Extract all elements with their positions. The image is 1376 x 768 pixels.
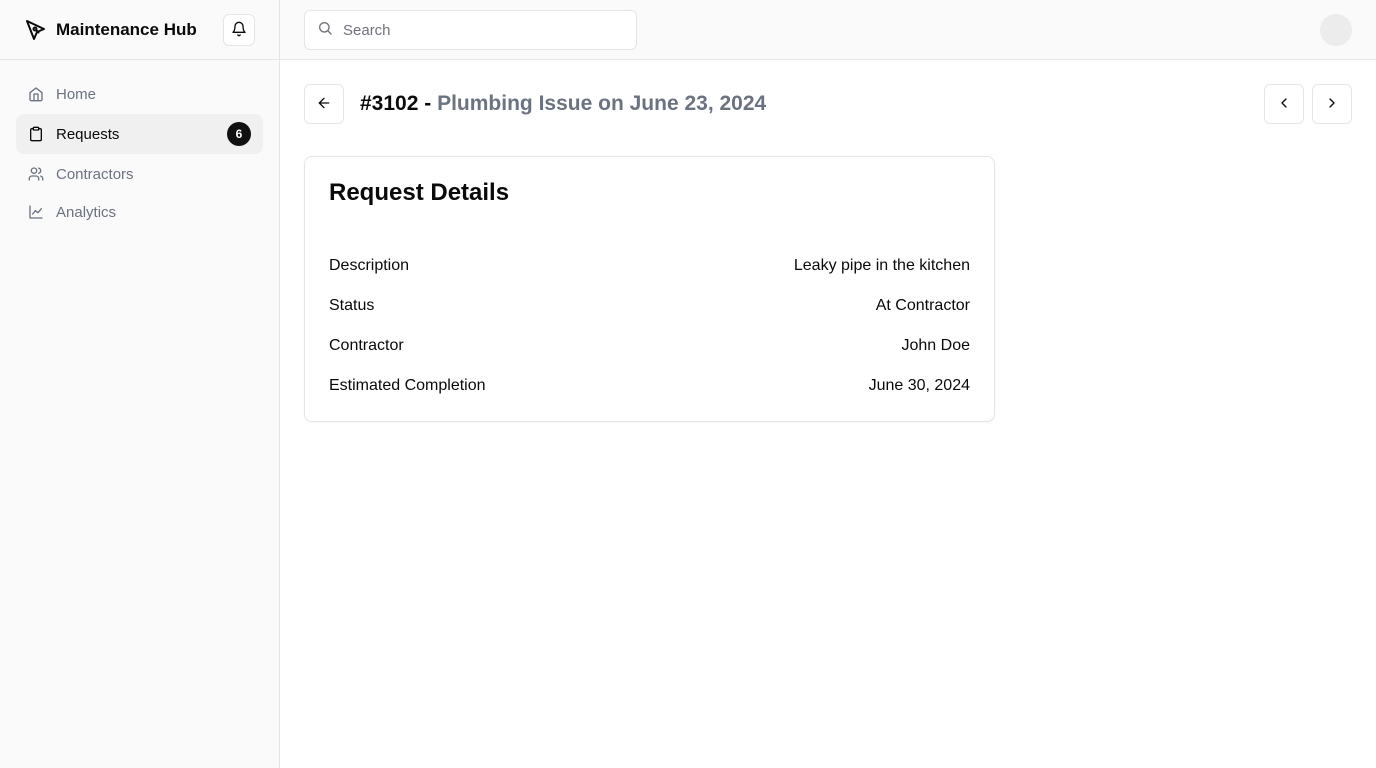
previous-request-button[interactable] [1264, 84, 1304, 124]
app-name: Maintenance Hub [56, 19, 197, 39]
sidebar-item-label: Home [56, 85, 97, 103]
bell-icon [231, 21, 247, 40]
detail-value: June 30, 2024 [868, 377, 970, 394]
title-separator: - [424, 92, 432, 115]
detail-value: Leaky pipe in the kitchen [793, 257, 970, 274]
request-subtitle: Plumbing Issue on June 23, 2024 [437, 92, 767, 115]
sidebar: Maintenance Hub Home Requests 6 Contract… [0, 0, 280, 768]
sidebar-item-label: Requests [56, 125, 120, 143]
sidebar-item-analytics[interactable]: Analytics [16, 194, 263, 230]
chevron-right-icon [1324, 95, 1340, 114]
line-chart-icon [28, 204, 44, 220]
sidebar-item-label: Analytics [56, 203, 117, 221]
main-content: #3102 - Plumbing Issue on June 23, 2024 … [280, 60, 1376, 768]
search-box[interactable] [304, 10, 637, 50]
detail-label: Description [329, 257, 410, 274]
detail-value: John Doe [901, 337, 971, 354]
sidebar-item-home[interactable]: Home [16, 76, 263, 112]
detail-row-status: Status At Contractor [329, 294, 970, 318]
logo-icon [24, 18, 48, 42]
chevron-left-icon [1276, 95, 1292, 114]
detail-label: Contractor [329, 337, 404, 354]
detail-label: Status [329, 297, 375, 314]
notifications-button[interactable] [223, 14, 255, 46]
clipboard-icon [28, 126, 44, 142]
sidebar-nav: Home Requests 6 Contractors Analytics [0, 60, 279, 230]
users-icon [28, 166, 44, 182]
detail-row-estimated-completion: Estimated Completion June 30, 2024 [329, 374, 970, 398]
avatar[interactable] [1320, 14, 1352, 46]
arrow-left-icon [316, 95, 332, 114]
sidebar-item-requests[interactable]: Requests 6 [16, 114, 263, 154]
search-input[interactable] [343, 21, 623, 39]
next-request-button[interactable] [1312, 84, 1352, 124]
requests-count-badge: 6 [227, 122, 251, 146]
sidebar-item-contractors[interactable]: Contractors [16, 156, 263, 192]
top-bar [280, 0, 1376, 60]
sidebar-item-label: Contractors [56, 165, 134, 183]
detail-label: Estimated Completion [329, 377, 486, 394]
page-title: #3102 - Plumbing Issue on June 23, 2024 [360, 92, 766, 116]
brand-bar: Maintenance Hub [0, 0, 279, 60]
request-id: #3102 [360, 92, 419, 115]
detail-row-description: Description Leaky pipe in the kitchen [329, 254, 970, 278]
card-title: Request Details [329, 179, 510, 206]
detail-row-contractor: Contractor John Doe [329, 334, 970, 358]
search-icon [317, 20, 333, 41]
back-button[interactable] [304, 84, 344, 124]
home-icon [28, 86, 44, 102]
request-details-card: Request Details Description Leaky pipe i… [304, 156, 995, 422]
detail-value: At Contractor [875, 297, 970, 314]
